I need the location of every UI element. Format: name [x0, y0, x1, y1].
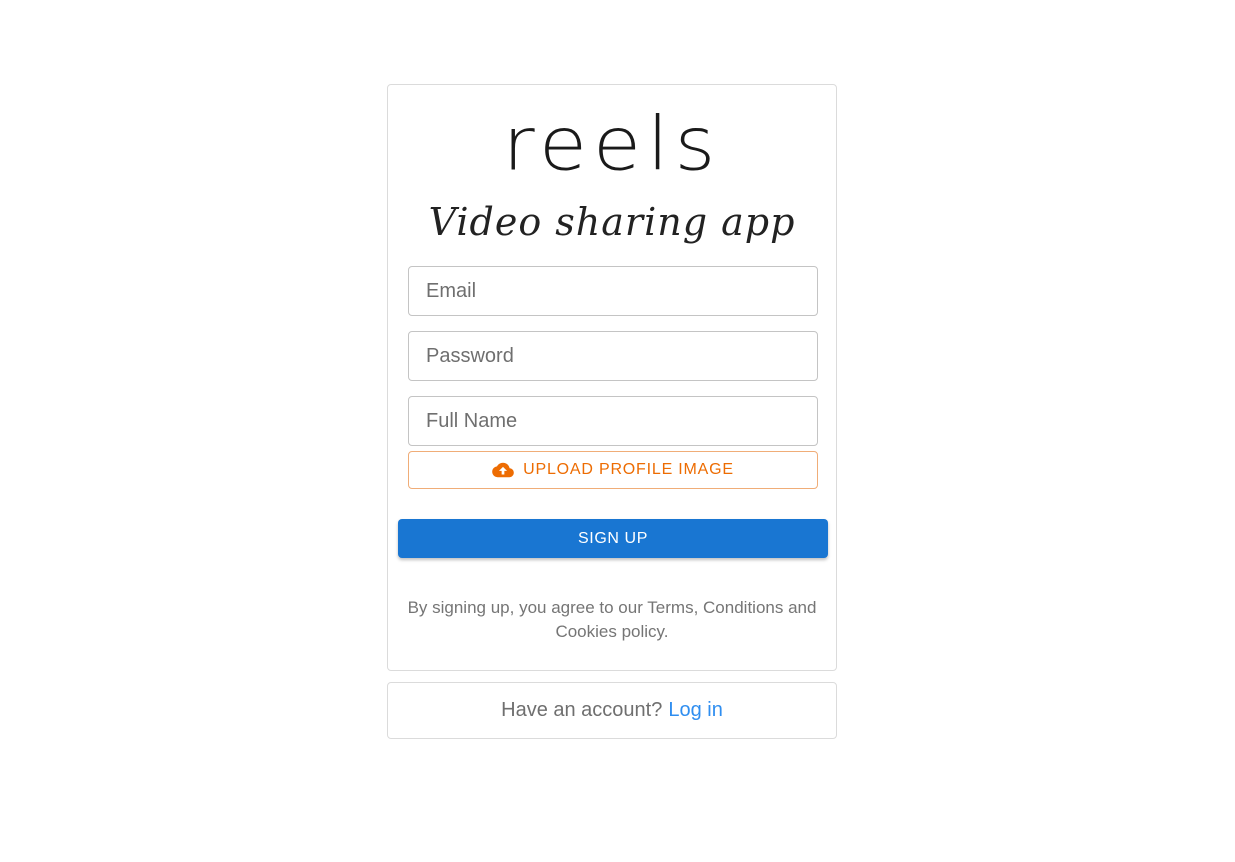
app-logo: reels	[502, 102, 722, 188]
upload-profile-image-button[interactable]: UPLOAD PROFILE IMAGE	[408, 451, 818, 489]
login-link[interactable]: Log in	[668, 699, 723, 722]
cloud-upload-icon	[492, 461, 514, 479]
email-field[interactable]	[408, 266, 818, 316]
upload-button-label: UPLOAD PROFILE IMAGE	[523, 461, 734, 478]
have-account-text: Have an account?	[501, 699, 663, 721]
login-card: Have an account? Log in	[387, 682, 837, 739]
fullname-field[interactable]	[408, 396, 818, 446]
sign-up-button[interactable]: SIGN UP	[398, 519, 828, 558]
terms-text: By signing up, you agree to our Terms, C…	[407, 598, 817, 641]
password-field[interactable]	[408, 331, 818, 381]
signup-card: reels Video sharing app UPLOAD PROFILE I…	[387, 84, 837, 671]
app-tagline: Video sharing app	[428, 200, 796, 244]
